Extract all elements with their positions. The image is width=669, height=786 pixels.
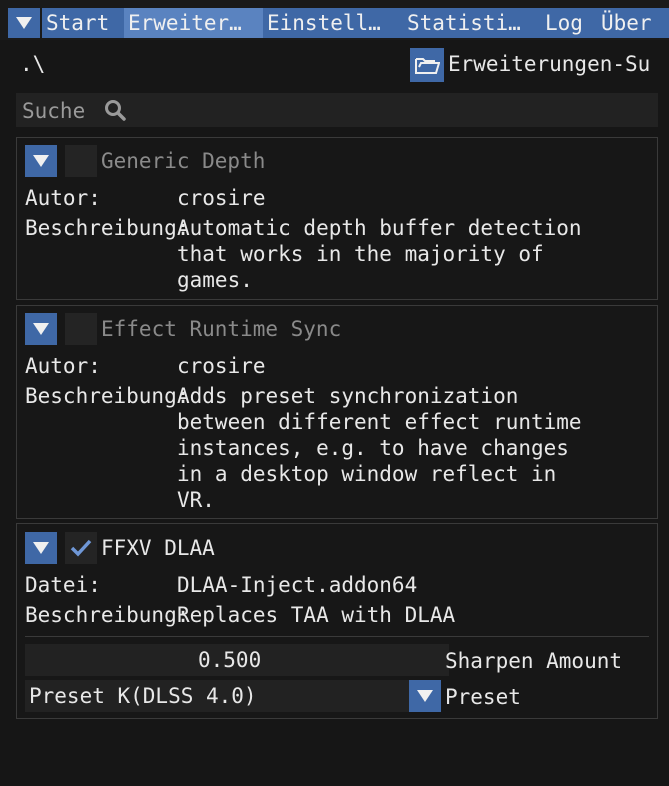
- open-folder-button[interactable]: [410, 48, 444, 82]
- description-line: VR.: [177, 488, 215, 512]
- divider: [25, 636, 649, 637]
- author-value: crosire: [177, 354, 266, 378]
- menu-bar: Start Erweiter… Einstell… Statisti… Log …: [0, 0, 669, 40]
- open-folder-label[interactable]: Erweiterungen-Su: [448, 52, 650, 76]
- preset-value: Preset K(DLSS 4.0): [29, 684, 257, 708]
- description-line: games.: [177, 268, 253, 292]
- addon-name: Generic Depth: [101, 149, 266, 173]
- file-label: Datei:: [25, 573, 101, 597]
- preset-select[interactable]: Preset K(DLSS 4.0): [25, 680, 417, 712]
- expand-button[interactable]: [25, 532, 57, 564]
- sharpen-amount-value: 0.500: [198, 648, 262, 672]
- addon-name: FFXV DLAA: [101, 536, 215, 560]
- description-label: Beschreibung:: [25, 216, 190, 240]
- description-line: in a desktop window reflect in: [177, 462, 557, 486]
- preset-dropdown-button[interactable]: [409, 680, 441, 712]
- author-label: Autor:: [25, 186, 101, 210]
- menu-collapse-button[interactable]: [8, 8, 40, 38]
- description-line: instances, e.g. to have changes: [177, 436, 569, 460]
- description-line: Automatic depth buffer detection: [177, 216, 582, 240]
- description-line: that works in the majority of: [177, 242, 544, 266]
- author-label: Autor:: [25, 354, 101, 378]
- triangle-down-icon: [16, 17, 32, 29]
- description-line: Adds preset synchronization: [177, 384, 519, 408]
- triangle-down-icon: [33, 155, 49, 167]
- folder-icon: [415, 58, 440, 74]
- enable-checkbox[interactable]: [65, 532, 97, 564]
- author-value: crosire: [177, 186, 266, 210]
- triangle-down-icon: [33, 323, 49, 335]
- sharpen-amount-slider[interactable]: 0.500: [25, 644, 449, 676]
- tab-statistik[interactable]: Statisti…: [403, 8, 543, 38]
- checkmark-icon: [70, 539, 92, 557]
- expand-button[interactable]: [25, 145, 57, 177]
- addon-path: .\: [20, 52, 46, 76]
- description-label: Beschreibung:: [25, 603, 190, 627]
- addon-panel-generic-depth: Generic Depth Autor: crosire Beschreibun…: [16, 137, 658, 300]
- chevron-down-icon: [417, 690, 433, 702]
- tab-einstellungen[interactable]: Einstell…: [263, 8, 403, 38]
- enable-checkbox[interactable]: [65, 145, 97, 177]
- file-value: DLAA-Inject.addon64: [177, 573, 418, 597]
- search-icon: [104, 99, 126, 126]
- tab-ueber[interactable]: Über: [597, 8, 669, 38]
- preset-label: Preset: [445, 685, 521, 709]
- description-line: between different effect runtime: [177, 410, 582, 434]
- addon-panel-ffxv-dlaa: FFXV DLAA Datei: DLAA-Inject.addon64 Bes…: [16, 523, 658, 719]
- triangle-down-icon: [33, 542, 49, 554]
- enable-checkbox[interactable]: [65, 313, 97, 345]
- expand-button[interactable]: [25, 313, 57, 345]
- description-line: Replaces TAA with DLAA: [177, 603, 456, 627]
- tab-start[interactable]: Start: [42, 8, 126, 38]
- addon-name: Effect Runtime Sync: [101, 317, 342, 341]
- description-label: Beschreibung:: [25, 384, 190, 408]
- addon-panel-effect-runtime-sync: Effect Runtime Sync Autor: crosire Besch…: [16, 305, 658, 519]
- tab-log[interactable]: Log: [541, 8, 599, 38]
- sharpen-amount-label: Sharpen Amount: [445, 649, 623, 673]
- search-placeholder: Suche: [22, 99, 86, 123]
- tab-erweiterungen[interactable]: Erweiter…: [124, 8, 264, 38]
